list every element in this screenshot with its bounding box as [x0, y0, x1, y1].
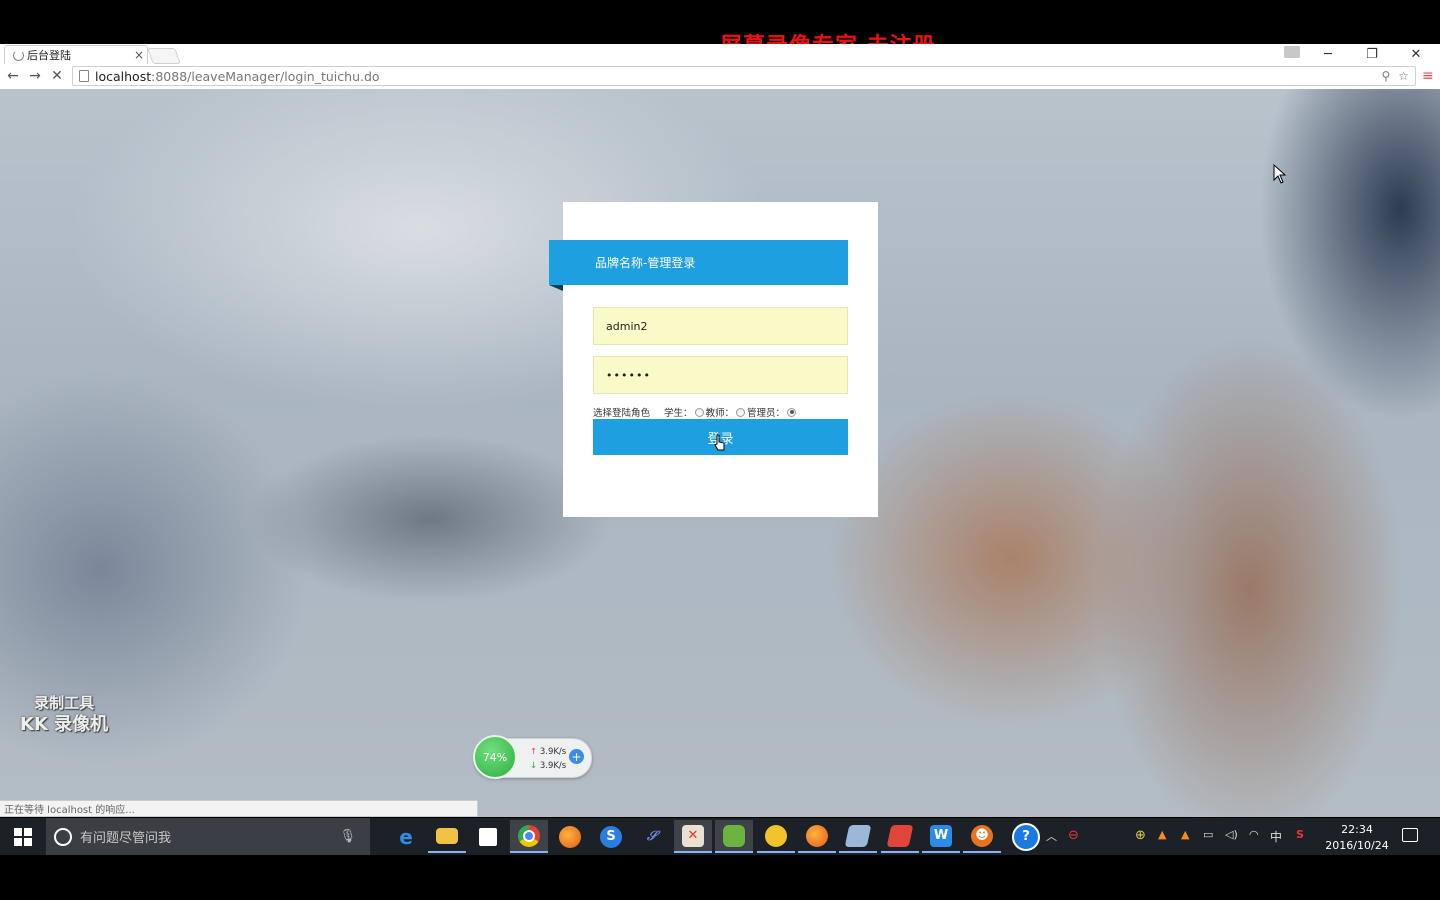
- tray-vlc2-icon[interactable]: ▲: [1181, 828, 1189, 841]
- role-selector: 选择登陆角色 学生： 教师： 管理员：: [593, 405, 798, 419]
- tray-plus-icon[interactable]: ⊕: [1135, 828, 1146, 843]
- password-input[interactable]: [593, 356, 848, 394]
- pdf-taskbar-icon[interactable]: [881, 820, 919, 853]
- battery-icon[interactable]: ▭: [1203, 828, 1213, 841]
- tray-app-icon[interactable]: ⊖: [1068, 828, 1079, 843]
- store-taskbar-icon[interactable]: [469, 820, 507, 853]
- role-label: 选择登陆角色: [593, 408, 651, 419]
- profile-icon[interactable]: [1284, 46, 1300, 58]
- kk-recorder-watermark: 录制工具 KK 录像机: [20, 692, 108, 736]
- windows-start-icon[interactable]: [14, 828, 32, 846]
- wifi-icon[interactable]: ◠: [1249, 828, 1259, 841]
- browser-tab-strip: [0, 44, 1440, 64]
- role-admin-label: 管理员：: [747, 408, 786, 419]
- browser-status-bar: 正在等待 localhost 的响应...: [0, 800, 478, 817]
- clock-date: 2016/10/24: [1325, 839, 1389, 852]
- page-icon: [79, 70, 89, 82]
- tab-title: 后台登陆: [27, 49, 71, 62]
- download-rate: 3.9K/s: [539, 761, 567, 771]
- browser-menu-icon[interactable]: ≡: [1422, 68, 1434, 84]
- microphone-icon[interactable]: 🎙: [339, 829, 356, 844]
- mouse-cursor-icon: [1273, 164, 1287, 184]
- login-header: 品牌名称-管理登录: [549, 240, 848, 285]
- minimize-icon[interactable]: ─: [1306, 44, 1350, 64]
- memory-usage-ball[interactable]: 74%: [473, 735, 517, 779]
- help-taskbar-icon[interactable]: ?: [1007, 820, 1045, 853]
- net-rates: ↑ 3.9K/s ↓ 3.9K/s: [530, 745, 566, 773]
- edge-taskbar-icon[interactable]: e: [387, 820, 425, 853]
- firefox-taskbar-icon[interactable]: [551, 820, 589, 853]
- file-explorer-taskbar-icon[interactable]: [428, 820, 466, 853]
- window-close-icon[interactable]: ✕: [1394, 44, 1438, 64]
- download-arrow-icon: ↓: [530, 761, 538, 771]
- forward-icon[interactable]: →: [25, 66, 45, 86]
- clock-time: 22:34: [1341, 823, 1373, 836]
- sogou-browser-taskbar-icon[interactable]: S: [592, 820, 630, 853]
- upload-arrow-icon: ↑: [530, 747, 538, 757]
- ime-indicator[interactable]: 中: [1270, 828, 1282, 845]
- role-teacher-label: 教师：: [705, 408, 735, 419]
- role-student-radio[interactable]: [694, 407, 704, 417]
- recorder-taskbar-icon[interactable]: ☻: [963, 820, 1001, 853]
- restore-icon[interactable]: ❐: [1350, 44, 1394, 64]
- new-tab-button[interactable]: [147, 48, 181, 64]
- hand-cursor-icon: [714, 434, 725, 451]
- chrome-taskbar-icon[interactable]: [510, 820, 548, 853]
- loading-spinner-icon: [13, 49, 24, 61]
- wps-taskbar-icon[interactable]: W: [922, 820, 960, 853]
- kk-watermark-line2: KK 录像机: [20, 714, 109, 735]
- address-bar[interactable]: localhost:8088/leaveManager/login_tuichu…: [72, 66, 1416, 86]
- url-host: localhost: [95, 68, 152, 84]
- bookmark-star-icon[interactable]: ☆: [1398, 69, 1409, 83]
- username-input[interactable]: [593, 307, 848, 345]
- header-ribbon-fold: [549, 285, 563, 291]
- cortana-icon: [54, 827, 72, 846]
- sogou-ime-icon[interactable]: S: [1296, 828, 1304, 841]
- role-student-label: 学生：: [664, 408, 693, 419]
- firefox-dev-taskbar-icon[interactable]: [798, 820, 836, 853]
- volume-icon[interactable]: ◁): [1225, 828, 1238, 841]
- role-admin-radio[interactable]: [787, 407, 797, 417]
- kk-watermark-line1: 录制工具: [34, 694, 95, 712]
- accelerate-plus-icon[interactable]: +: [569, 749, 584, 764]
- eclipse-taskbar-icon[interactable]: 𝒮: [633, 820, 671, 853]
- paint-taskbar-icon[interactable]: ✕: [674, 820, 712, 853]
- upload-rate: 3.9K/s: [539, 747, 567, 757]
- pin-icon[interactable]: ⚲: [1381, 69, 1390, 83]
- tray-overflow-icon[interactable]: ︿: [1046, 828, 1057, 844]
- role-teacher-radio[interactable]: [736, 407, 746, 417]
- stop-loading-icon[interactable]: ✕: [47, 66, 67, 86]
- clock[interactable]: 22:34 2016/10/24: [1322, 822, 1392, 854]
- url-path: :8088/leaveManager/login_tuichu.do: [151, 68, 380, 84]
- search-placeholder: 有问题尽管问我: [80, 831, 172, 846]
- tray-vlc-icon[interactable]: ▲: [1158, 828, 1166, 841]
- spring-tool-taskbar-icon[interactable]: [715, 820, 753, 853]
- back-icon[interactable]: ←: [3, 66, 23, 86]
- notes-taskbar-icon[interactable]: [839, 820, 877, 853]
- browser-tab[interactable]: 后台登陆 ×: [4, 45, 148, 64]
- tab-close-icon[interactable]: ×: [134, 48, 144, 62]
- cortana-search-box[interactable]: 有问题尽管问我 🎙: [46, 818, 370, 855]
- chat-taskbar-icon[interactable]: [757, 820, 795, 853]
- action-center-icon[interactable]: [1402, 828, 1418, 842]
